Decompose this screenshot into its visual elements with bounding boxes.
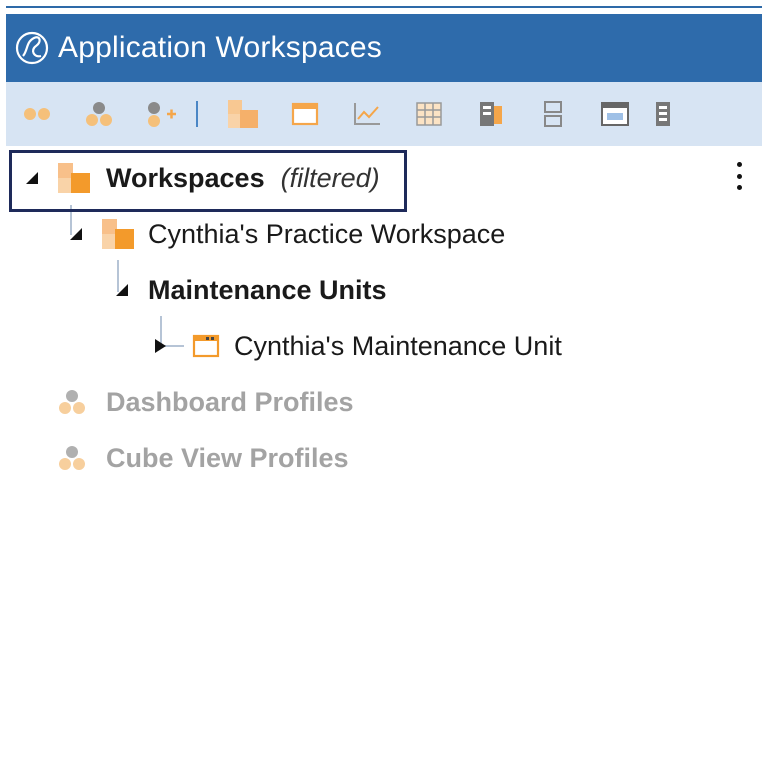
onestream-logo-icon [6, 14, 58, 82]
collapse-triangle-icon[interactable] [66, 224, 86, 244]
group-icon [59, 390, 85, 414]
collapse-all-icon[interactable] [6, 82, 68, 146]
tree-node-practice-workspace[interactable]: Cynthia's Practice Workspace [66, 216, 505, 252]
expand-triangle-icon[interactable] [150, 336, 170, 356]
dashboard-icon[interactable] [584, 82, 646, 146]
tree-label: Dashboard Profiles [106, 386, 354, 417]
grid-icon[interactable] [398, 82, 460, 146]
tree-label: Cynthia's Maintenance Unit [234, 330, 562, 361]
panel-title: Application Workspaces [58, 31, 382, 64]
workspace-icon[interactable] [212, 82, 274, 146]
add-group-icon[interactable] [130, 82, 192, 146]
collapse-triangle-icon[interactable] [112, 280, 132, 300]
tree-node-maintenance-units[interactable]: Maintenance Units [112, 272, 387, 308]
filter-indicator: (filtered) [280, 162, 380, 193]
tree-node-workspaces[interactable]: Workspaces (filtered) [22, 160, 380, 196]
more-options-icon[interactable] [734, 162, 744, 190]
tree-node-maintenance-unit[interactable]: Cynthia's Maintenance Unit [150, 328, 562, 364]
group-icon[interactable] [68, 82, 130, 146]
tree-label: Cube View Profiles [106, 442, 349, 473]
toolbar-separator [196, 101, 198, 127]
tree-label: Maintenance Units [148, 274, 387, 305]
maintenance-unit-icon [192, 334, 220, 358]
more-toolbar-icon[interactable] [646, 82, 686, 146]
group-icon [59, 446, 85, 470]
toolbar [6, 82, 762, 146]
tree-node-cube-view-profiles[interactable]: Cube View Profiles [56, 440, 349, 476]
tree-label: Cynthia's Practice Workspace [148, 218, 506, 249]
tree-node-dashboard-profiles[interactable]: Dashboard Profiles [56, 384, 354, 420]
maintenance-unit-icon[interactable] [274, 82, 336, 146]
data-adapter-icon[interactable] [460, 82, 522, 146]
collapse-triangle-icon[interactable] [22, 168, 42, 188]
workspace-folder-icon [102, 219, 134, 249]
workspace-folder-icon [58, 163, 90, 193]
chart-icon[interactable] [336, 82, 398, 146]
layout-icon[interactable] [522, 82, 584, 146]
top-divider [6, 6, 762, 8]
tree-label: Workspaces [106, 162, 265, 193]
title-bar: Application Workspaces [6, 14, 762, 82]
